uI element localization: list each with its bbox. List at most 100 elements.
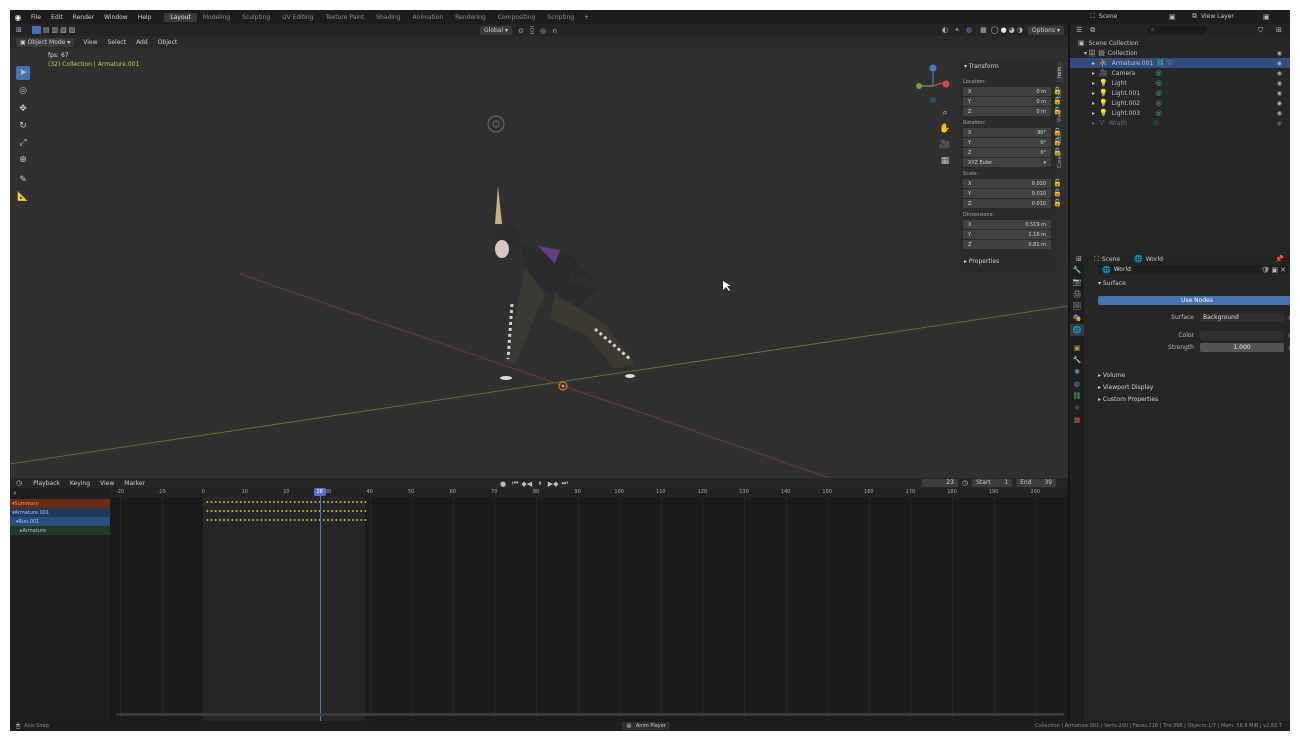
fake-user-icon[interactable]: 🛡 [1261,266,1270,274]
keyframe[interactable] [289,501,292,503]
sidebar-tab-item[interactable]: Item [1057,62,1063,82]
keyframe[interactable] [223,510,225,512]
constraints-tab-icon[interactable]: ⛓ [1070,390,1084,402]
world-name-field[interactable]: World [1114,266,1131,273]
tab-sculpting[interactable]: Sculpting [236,13,276,22]
texture-tab-icon[interactable]: ▦ [1070,414,1084,426]
next-keyframe-icon[interactable]: ▶◆ [548,480,559,488]
playhead-line[interactable] [319,488,321,721]
outliner-editor-icon[interactable]: ☰ [1076,26,1082,34]
location-y-field[interactable]: Y 0 m [963,97,1051,106]
keyframe[interactable] [302,501,304,503]
pause-icon[interactable]: ⏸ [538,479,542,488]
keyframe[interactable] [248,519,250,521]
keyframe[interactable] [244,510,246,512]
keyframe[interactable] [356,519,358,521]
scale-tool-icon[interactable]: ⤢ [16,136,30,150]
keyframe[interactable] [343,501,346,503]
keyframe[interactable] [327,501,329,503]
surface-shader-dropdown[interactable]: Background [1200,313,1284,322]
keyframe[interactable] [273,519,275,521]
rotation-x-field[interactable]: X 90° [963,128,1051,137]
keyframe[interactable] [293,501,296,503]
scale-y-field[interactable]: Y 0.010 [963,189,1051,198]
keyframe[interactable] [285,510,288,512]
keyframe[interactable] [314,501,317,503]
keyframe[interactable] [343,519,346,521]
scene-tab-icon[interactable]: 🎭 [1070,312,1084,324]
keyframe[interactable] [364,501,367,503]
keyframe[interactable] [343,510,346,512]
data-tab-icon[interactable]: ✧ [1070,402,1084,414]
expand-arrow-icon[interactable]: ▸ [1092,60,1095,67]
keyframe[interactable] [293,510,296,512]
outliner-item[interactable]: ▸ ⛹ Armature.001 ⛓ ▽ ◉ [1070,58,1290,68]
cursor-tool-icon[interactable]: ◎ [16,84,30,98]
transform-tool-icon[interactable]: ⊕ [16,153,30,167]
keyframe[interactable] [298,519,300,521]
keyframe[interactable] [273,510,275,512]
3d-viewport[interactable]: ⊞ ▤ ▥ ▧ ▨ Global ▾ ⊙ ⧲ ◎ ∩ Options ▾ ▣ O… [10,24,1068,478]
tab-uv-editing[interactable]: UV Editing [276,13,319,22]
checkbox-icon[interactable]: ☑ [1089,49,1096,57]
outliner-item[interactable]: ▸ 💡 Light.003 ◎ ◉ [1070,108,1290,118]
object-data-icon[interactable]: ⛓ ▽ [1156,59,1173,67]
keyframe[interactable] [252,501,254,503]
custom-properties-section[interactable]: ▸ Custom Properties [1098,396,1158,403]
keyframe[interactable] [323,501,325,503]
keyframe[interactable] [281,519,284,521]
keyframe[interactable] [227,519,229,521]
keyframe[interactable] [339,519,342,521]
volume-section[interactable]: ▸ Volume [1098,372,1125,379]
keyframe[interactable] [348,501,350,503]
blender-logo-icon[interactable]: ◉ [10,13,26,22]
keyframe[interactable] [223,519,225,521]
keyframe[interactable] [356,510,358,512]
strength-slider[interactable]: 1.000 [1200,343,1284,352]
copy-icon[interactable]: ▣ [1169,13,1176,21]
keyframe[interactable] [289,519,292,521]
keyframe[interactable] [244,519,246,521]
keyframe[interactable] [314,519,317,521]
keyframe[interactable] [268,510,271,512]
rotation-y-field[interactable]: Y 0° [963,138,1051,147]
rotation-z-field[interactable]: Z 0° [963,148,1051,157]
expand-arrow-icon[interactable]: ▸ [1092,80,1095,87]
keyframe[interactable] [352,519,354,521]
world-breadcrumb[interactable]: World [1146,256,1163,263]
world-datablock[interactable]: 🌐 World 🛡 ▣ ✕ [1098,265,1288,274]
object-data-icon[interactable]: ◎ [1156,79,1162,87]
keyframe[interactable] [260,519,263,521]
keyframe[interactable] [227,501,229,503]
keyframe[interactable] [310,510,313,512]
location-z-field[interactable]: Z 0 m [963,107,1051,116]
jump-start-icon[interactable]: ⏮ [512,479,518,488]
keyframe[interactable] [285,519,288,521]
tab-layout[interactable]: Layout [164,12,197,22]
menu-file[interactable]: File [26,14,46,21]
keyframe[interactable] [339,510,342,512]
tab-texture-paint[interactable]: Texture Paint [319,13,370,22]
new-collection-icon[interactable]: ⊞ [1276,26,1282,34]
keyframe[interactable] [239,510,242,512]
expand-arrow-icon[interactable]: ▸ [1092,70,1095,77]
keyframe[interactable] [289,510,292,512]
dimensions-y-field[interactable]: Y 1.16 m [963,230,1051,239]
object-data-icon[interactable]: ◎ [1156,99,1162,107]
world-tab-icon[interactable]: 🌐 [1070,324,1084,336]
pan-icon[interactable]: ✋ [938,122,952,136]
keyframe[interactable] [281,510,284,512]
scale-x-field[interactable]: X 0.010 [963,179,1051,188]
viewport-display-section[interactable]: ▸ Viewport Display [1098,384,1153,391]
keyframe[interactable] [206,510,209,512]
keyframe[interactable] [219,510,221,512]
keyframe[interactable] [264,510,267,512]
current-frame-field[interactable]: 23 [922,479,958,487]
outliner-item[interactable]: ▸ ⛛ Wrath ◎ ◉ [1070,118,1290,128]
rotate-tool-icon[interactable]: ↻ [16,119,30,133]
keyframe[interactable] [239,501,242,503]
channel-row[interactable]: ▾ Armature.001 [10,508,110,517]
tab-compositing[interactable]: Compositing [492,13,542,22]
channel-row[interactable]: ▾ Summary [10,499,110,508]
eye-icon[interactable]: ◉ [1277,50,1282,57]
